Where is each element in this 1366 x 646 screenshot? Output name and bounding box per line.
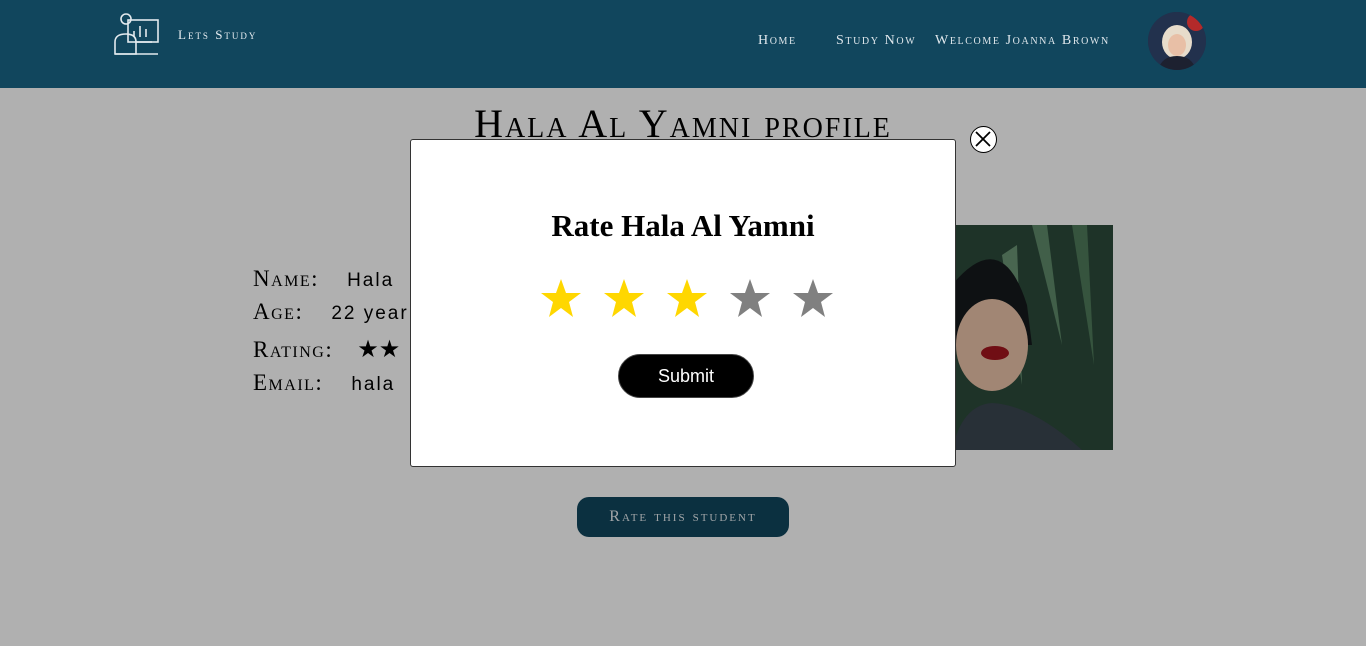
star-4-icon[interactable] [730, 276, 770, 320]
star-3-icon[interactable] [667, 276, 707, 320]
nav-welcome-user-link[interactable]: Welcome Joanna Brown [935, 33, 1110, 49]
star-rating-input[interactable] [541, 276, 841, 326]
submit-rating-button[interactable]: Submit [618, 354, 754, 398]
star-5-icon[interactable] [793, 276, 833, 320]
avatar-portrait-image [1148, 12, 1206, 70]
modal-title: Rate Hala Al Yamni [551, 208, 815, 243]
star-1-icon[interactable] [541, 276, 581, 320]
close-icon [975, 131, 991, 147]
teacher-board-icon[interactable] [112, 12, 160, 56]
rating-modal: Rate Hala Al Yamni Submit [410, 139, 956, 467]
brand-name[interactable]: Lets Study [178, 27, 257, 43]
user-avatar[interactable] [1148, 12, 1206, 70]
top-navbar: Lets Study Home Study Now Welcome Joanna… [0, 0, 1366, 88]
close-modal-button[interactable] [970, 126, 997, 153]
nav-study-now-link[interactable]: Study Now [836, 33, 916, 49]
nav-home-link[interactable]: Home [758, 33, 797, 49]
star-2-icon[interactable] [604, 276, 644, 320]
